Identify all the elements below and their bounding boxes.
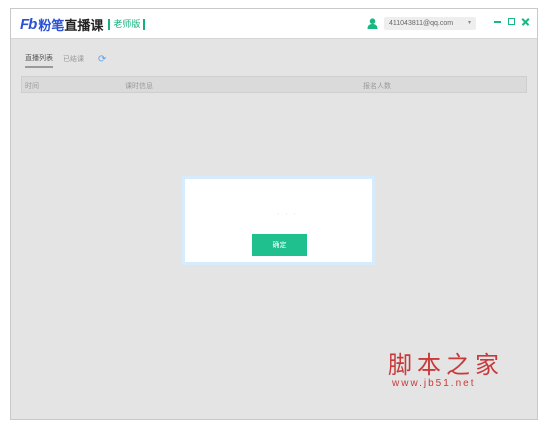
confirm-button[interactable]: 确定 <box>252 234 307 256</box>
minimize-icon[interactable] <box>493 17 502 26</box>
confirm-dialog: · · · 确定 <box>182 176 375 265</box>
watermark-url: www.jb51.net <box>392 378 476 389</box>
app-name-part1: 粉笔 <box>38 17 65 33</box>
refresh-icon[interactable]: ⟳ <box>98 54 106 65</box>
close-icon[interactable] <box>521 17 530 26</box>
tab-finished[interactable]: 已结课 <box>63 54 84 67</box>
tab-bar: 直播列表 已结课 ⟳ <box>25 53 106 68</box>
table-header: 时间 课时信息 报名人数 <box>21 76 527 93</box>
window-controls <box>493 17 530 26</box>
column-lesson-info: 课时信息 <box>125 83 153 90</box>
user-email: 411043811@qq.com <box>389 20 454 27</box>
app-name: 粉笔直播课 <box>38 15 103 34</box>
watermark: 脚本之家 www.jb51.net <box>388 352 504 389</box>
app-logo: Fb 粉笔直播课 老师版 <box>20 15 146 34</box>
column-enrollment: 报名人数 <box>363 83 391 90</box>
maximize-icon[interactable] <box>507 17 516 26</box>
logo-mark: Fb <box>20 15 37 33</box>
column-time: 时间 <box>25 83 39 90</box>
app-window: Fb 粉笔直播课 老师版 411043811@qq.com ▾ 直播列表 已结课… <box>10 8 538 420</box>
account-dropdown[interactable]: 411043811@qq.com ▾ <box>384 17 476 30</box>
app-name-part2: 直播课 <box>64 17 104 33</box>
dialog-message: · · · <box>277 211 298 218</box>
user-icon <box>367 18 378 29</box>
title-bar: Fb 粉笔直播课 老师版 411043811@qq.com ▾ <box>11 9 537 39</box>
caret-down-icon[interactable]: ▾ <box>468 17 471 30</box>
watermark-text: 脚本之家 <box>388 351 504 379</box>
user-account[interactable]: 411043811@qq.com ▾ <box>367 17 476 30</box>
edition-badge: 老师版 <box>108 18 146 30</box>
tab-live-list[interactable]: 直播列表 <box>25 53 53 68</box>
